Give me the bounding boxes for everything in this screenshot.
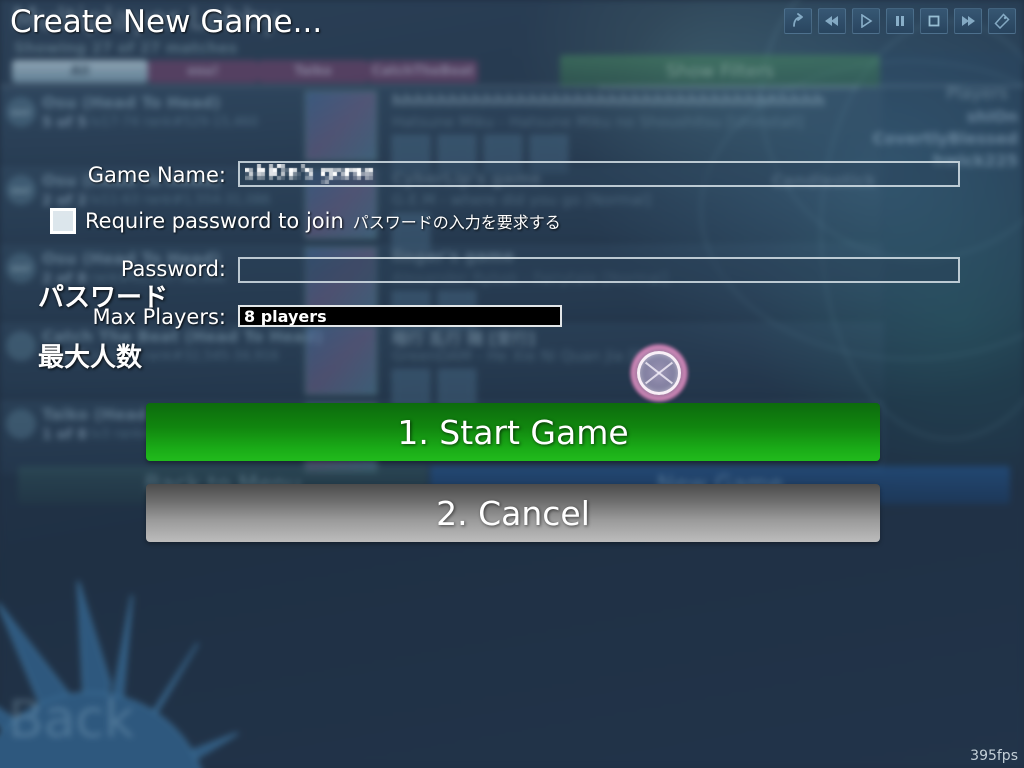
create-game-form: Game Name: Require password to join パスワー… [0, 0, 1024, 400]
cancel-button[interactable]: 2. Cancel [146, 484, 880, 542]
game-name-pixelated-canvas [245, 164, 397, 184]
max-players-value: 8 players [244, 306, 327, 326]
start-game-label: 1. Start Game [397, 412, 629, 452]
cancel-label: 2. Cancel [436, 493, 590, 533]
require-password-checkbox[interactable] [50, 208, 76, 234]
max-players-label: Max Players: [92, 305, 226, 329]
start-game-button[interactable]: 1. Start Game [146, 403, 880, 461]
stop-icon[interactable] [920, 8, 948, 34]
match-level-range: lv3 rank# [90, 427, 154, 442]
max-players-label-jp: 最大人数 [38, 343, 143, 373]
back-label: Back [8, 690, 135, 750]
play-icon[interactable] [852, 8, 880, 34]
fps-counter: 395fps [970, 748, 1018, 764]
media-controls-toolbar[interactable] [784, 8, 1016, 34]
rewind-icon[interactable] [818, 8, 846, 34]
game-name-input[interactable] [238, 161, 960, 187]
password-input[interactable] [238, 257, 960, 283]
match-slots: 1 of 8 [42, 427, 87, 443]
require-password-row[interactable]: Require password to join パスワードの入力を要求する [50, 208, 561, 234]
game-name-value-censored [245, 164, 397, 184]
max-players-dropdown[interactable]: 8 players [238, 305, 562, 327]
require-password-label: Require password to join [85, 209, 344, 233]
tag-icon[interactable] [988, 8, 1016, 34]
require-password-label-jp: パスワードの入力を要求する [352, 213, 561, 232]
game-name-label: Game Name: [87, 163, 226, 187]
share-icon[interactable] [784, 8, 812, 34]
pause-icon[interactable] [886, 8, 914, 34]
mode-icon [6, 409, 36, 439]
game-screen: Multiplayer Lobby Showing 27 of 27 match… [0, 0, 1024, 768]
fast-forward-icon[interactable] [954, 8, 982, 34]
